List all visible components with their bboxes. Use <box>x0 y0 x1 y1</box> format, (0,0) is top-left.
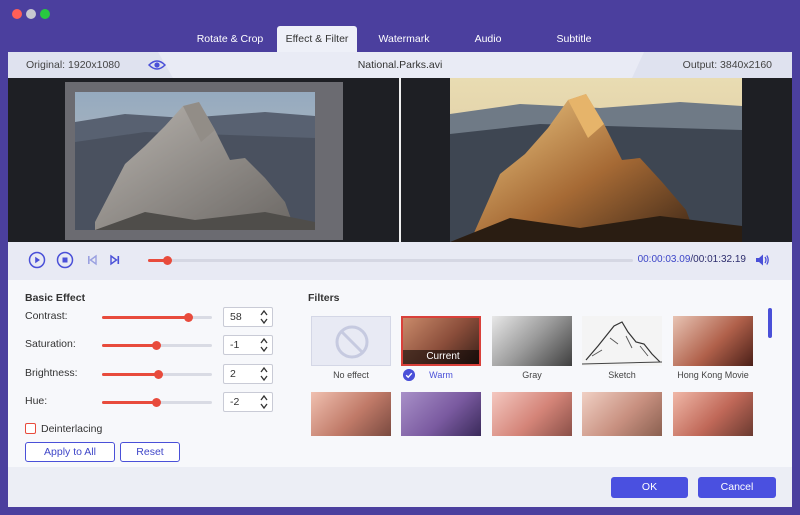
filter-thumb <box>492 392 572 436</box>
filter-label: Warm <box>429 370 453 380</box>
chevron-down-icon[interactable] <box>259 317 269 325</box>
ok-button[interactable]: OK <box>611 477 688 498</box>
maximize-window-button[interactable] <box>40 9 50 19</box>
brightness-fill <box>102 373 159 376</box>
resolution-bar: Original: 1920x1080 National.Parks.avi O… <box>8 52 792 78</box>
brightness-row: Brightness: 2 <box>25 364 285 384</box>
chevron-down-icon[interactable] <box>259 345 269 353</box>
contrast-label: Contrast: <box>25 310 68 322</box>
filter-label: Gray <box>522 370 542 380</box>
filters-title: Filters <box>308 292 340 304</box>
content-area: Original: 1920x1080 National.Parks.avi O… <box>8 52 792 507</box>
hue-handle[interactable] <box>151 398 161 407</box>
settings-panel: Basic Effect Contrast: 58 Saturation: -1 <box>8 280 792 467</box>
brightness-handle[interactable] <box>154 370 164 379</box>
timeline-slider[interactable] <box>148 256 633 265</box>
output-preview-image <box>450 78 742 242</box>
editor-tabs: Rotate & Crop Effect & Filter Watermark … <box>0 26 800 52</box>
brightness-value[interactable]: 2 <box>230 368 236 380</box>
minimize-window-button[interactable] <box>26 9 36 19</box>
original-preview-image <box>65 82 343 240</box>
filter-label: No effect <box>333 370 369 380</box>
contrast-fill <box>102 316 188 319</box>
saturation-label: Saturation: <box>25 338 76 350</box>
timeline-handle[interactable] <box>163 256 173 265</box>
brightness-label: Brightness: <box>25 367 78 379</box>
tab-audio[interactable]: Audio <box>462 26 514 52</box>
saturation-fill <box>102 344 156 347</box>
filter-thumb <box>673 392 753 436</box>
hue-row: Hue: -2 <box>25 392 285 412</box>
output-resolution: Output: 3840x2160 <box>682 59 772 71</box>
saturation-row: Saturation: -1 <box>25 335 285 355</box>
contrast-stepper[interactable]: 58 <box>223 307 273 327</box>
dialog-footer: OK Cancel <box>8 467 792 507</box>
chevron-up-icon[interactable] <box>259 337 269 345</box>
contrast-value[interactable]: 58 <box>230 311 242 323</box>
tab-effect-filter[interactable]: Effect & Filter <box>277 26 357 52</box>
saturation-slider[interactable] <box>102 341 212 350</box>
cancel-button[interactable]: Cancel <box>698 477 776 498</box>
chevron-up-icon[interactable] <box>259 366 269 374</box>
volume-icon[interactable] <box>754 252 770 268</box>
gray-thumb <box>492 316 572 366</box>
deinterlacing-label: Deinterlacing <box>41 423 103 435</box>
current-badge: Current <box>403 350 479 364</box>
no-effect-thumb <box>311 316 391 366</box>
deinterlacing-checkbox[interactable] <box>25 423 36 434</box>
basic-effect-title: Basic Effect <box>25 292 86 304</box>
apply-to-all-button[interactable]: Apply to All <box>25 442 115 462</box>
preview-area <box>8 78 792 242</box>
tab-rotate-crop[interactable]: Rotate & Crop <box>188 26 272 52</box>
close-window-button[interactable] <box>12 9 22 19</box>
previous-frame-icon[interactable] <box>83 251 101 269</box>
original-preview <box>65 82 343 240</box>
reset-button[interactable]: Reset <box>120 442 180 462</box>
filters-scrollbar[interactable] <box>768 308 772 338</box>
tab-subtitle[interactable]: Subtitle <box>544 26 604 52</box>
warm-thumb: Current <box>401 316 481 366</box>
hue-slider[interactable] <box>102 398 212 407</box>
contrast-row: Contrast: 58 <box>25 307 285 327</box>
chevron-up-icon[interactable] <box>259 309 269 317</box>
play-icon[interactable] <box>28 251 46 269</box>
stop-icon[interactable] <box>56 251 74 269</box>
playback-controls: 00:00:03.09/00:01:32.19 <box>8 242 792 280</box>
chevron-down-icon[interactable] <box>259 402 269 410</box>
saturation-stepper[interactable]: -1 <box>223 335 273 355</box>
hue-fill <box>102 401 156 404</box>
hong-kong-movie-thumb <box>673 316 753 366</box>
filter-thumb <box>311 392 391 436</box>
sketch-preview <box>582 321 662 365</box>
filter-label: Hong Kong Movie <box>677 370 749 380</box>
file-name: National.Parks.avi <box>357 59 443 71</box>
filter-thumb <box>401 392 481 436</box>
hue-stepper[interactable]: -2 <box>223 392 273 412</box>
contrast-handle[interactable] <box>183 313 193 322</box>
brightness-stepper[interactable]: 2 <box>223 364 273 384</box>
hue-value[interactable]: -2 <box>230 396 239 408</box>
filter-label: Sketch <box>608 370 636 380</box>
total-time: /00:01:32.19 <box>690 254 746 265</box>
hue-label: Hue: <box>25 395 48 407</box>
preview-divider <box>399 78 401 242</box>
no-effect-icon <box>335 325 369 359</box>
output-preview <box>450 78 742 242</box>
effect-filter-window: Rotate & Crop Effect & Filter Watermark … <box>0 0 800 515</box>
time-readout: 00:00:03.09/00:01:32.19 <box>638 254 746 265</box>
chevron-down-icon[interactable] <box>259 374 269 382</box>
saturation-handle[interactable] <box>151 341 161 350</box>
chevron-up-icon[interactable] <box>259 394 269 402</box>
current-time: 00:00:03.09 <box>637 254 691 265</box>
next-frame-icon[interactable] <box>106 251 124 269</box>
sketch-thumb <box>582 316 662 366</box>
saturation-value[interactable]: -1 <box>230 339 239 351</box>
brightness-slider[interactable] <box>102 370 212 379</box>
contrast-slider[interactable] <box>102 313 212 322</box>
filter-thumb <box>582 392 662 436</box>
tab-watermark[interactable]: Watermark <box>370 26 438 52</box>
